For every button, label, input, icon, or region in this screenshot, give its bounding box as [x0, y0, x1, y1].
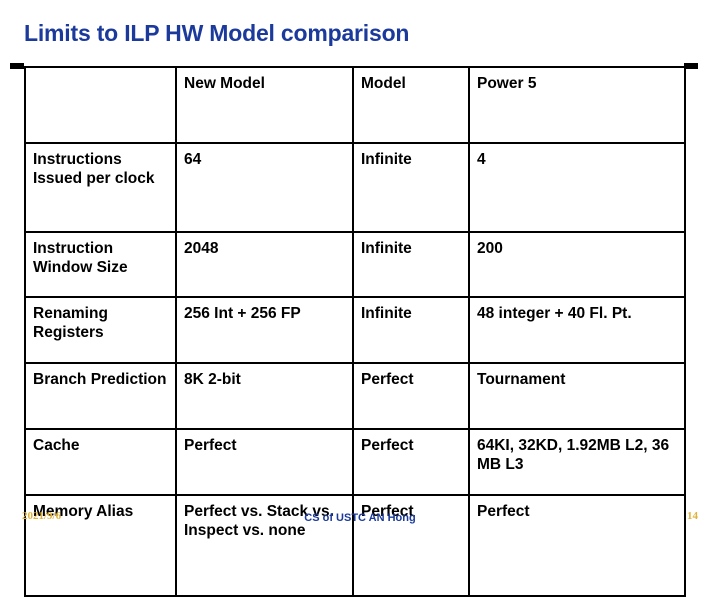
table-corner-tab-left	[10, 63, 24, 69]
table-row: Memory Alias Perfect vs. Stack vs. Inspe…	[24, 494, 686, 597]
cell-new-model: 8K 2-bit	[175, 362, 354, 430]
cell-model: Infinite	[352, 142, 470, 233]
cell-feature: Instruction Window Size	[24, 231, 177, 298]
page-title: Limits to ILP HW Model comparison	[24, 20, 410, 46]
table-row: Branch Prediction 8K 2-bit Perfect Tourn…	[24, 362, 686, 430]
cell-feature: Cache	[24, 428, 177, 496]
table-row: Instruction Window Size 2048 Infinite 20…	[24, 231, 686, 298]
table-header-row: New Model Model Power 5	[24, 66, 686, 144]
column-header-model: Model	[352, 66, 470, 144]
cell-feature: Renaming Registers	[24, 296, 177, 364]
cell-new-model: 256 Int + 256 FP	[175, 296, 354, 364]
table-row: Cache Perfect Perfect 64KI, 32KD, 1.92MB…	[24, 428, 686, 496]
cell-new-model: Perfect	[175, 428, 354, 496]
cell-power5: Tournament	[468, 362, 686, 430]
cell-new-model: 2048	[175, 231, 354, 298]
cell-power5: 48 integer + 40 Fl. Pt.	[468, 296, 686, 364]
table-row: Instructions Issued per clock 64 Infinit…	[24, 142, 686, 233]
column-header-power5: Power 5	[468, 66, 686, 144]
cell-model: Perfect	[352, 362, 470, 430]
cell-new-model: 64	[175, 142, 354, 233]
cell-model: Perfect	[352, 494, 470, 597]
cell-model: Infinite	[352, 231, 470, 298]
cell-model: Perfect	[352, 428, 470, 496]
cell-power5: Perfect	[468, 494, 686, 597]
cell-feature: Instructions Issued per clock	[24, 142, 177, 233]
footer-page-number: 14	[687, 510, 698, 522]
cell-feature: Branch Prediction	[24, 362, 177, 430]
cell-power5: 64KI, 32KD, 1.92MB L2, 36 MB L3	[468, 428, 686, 496]
column-header-feature	[24, 66, 177, 144]
footer-attribution: CS of USTC AN Hong	[304, 512, 416, 524]
cell-power5: 4	[468, 142, 686, 233]
table-corner-tab-right	[684, 63, 698, 69]
cell-power5: 200	[468, 231, 686, 298]
table-row: Renaming Registers 256 Int + 256 FP Infi…	[24, 296, 686, 364]
cell-model: Infinite	[352, 296, 470, 364]
comparison-table-container: New Model Model Power 5 Instructions Iss…	[10, 63, 698, 597]
cell-new-model: Perfect vs. Stack vs. Inspect vs. none	[175, 494, 354, 597]
column-header-new-model: New Model	[175, 66, 354, 144]
